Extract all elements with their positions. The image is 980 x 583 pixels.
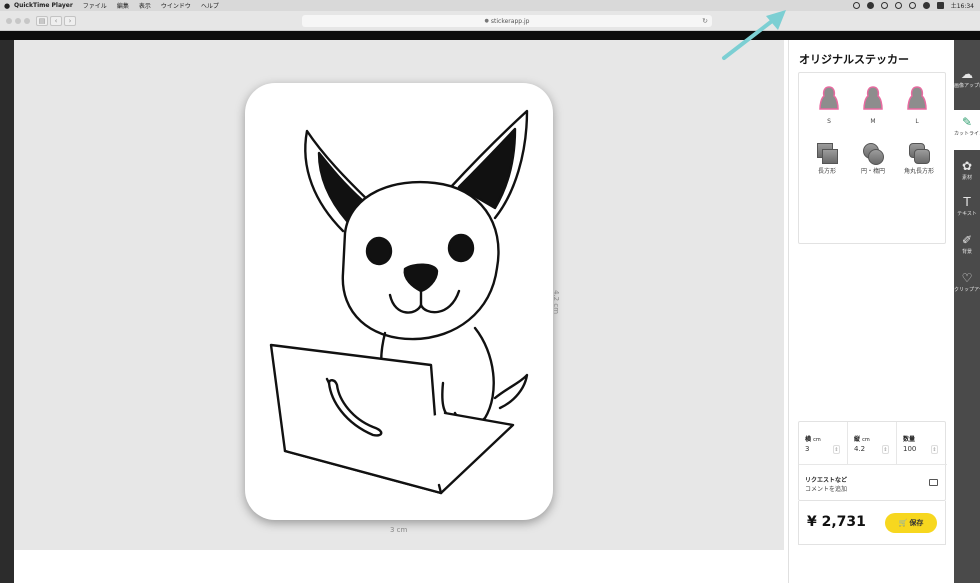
tool-label-background: 背景 — [961, 249, 972, 255]
tool-label-material: 素材 — [961, 175, 972, 181]
save-button[interactable]: 🛒 保存 — [885, 513, 937, 533]
rounded-rectangle-icon — [907, 143, 931, 165]
request-title: リクエストなど — [805, 477, 848, 484]
shape-label-rectangle: 長方形 — [817, 168, 836, 175]
annotation-arrow-icon — [722, 10, 786, 60]
tool-label-clipart: クリップアート — [954, 287, 980, 293]
heart-icon: ♡ — [961, 271, 973, 285]
size-option-m[interactable]: M — [853, 85, 893, 125]
lock-icon: ● — [484, 18, 489, 24]
height-dimension-label: 4.2 cm — [552, 290, 560, 315]
forward-icon[interactable]: › — [64, 16, 76, 26]
person-silhouette-icon — [819, 86, 839, 110]
cloud-upload-icon: ☁ — [961, 67, 973, 81]
size-option-l[interactable]: L — [897, 85, 937, 125]
width-dimension-label: 3 cm — [390, 526, 408, 534]
comment-icon[interactable] — [929, 479, 938, 486]
dog-illustration — [269, 109, 529, 495]
height-stepper[interactable]: ⇕ — [882, 445, 889, 454]
add-comment-link[interactable]: コメントを追加 — [805, 484, 847, 493]
shape-option-circle[interactable]: 円・楕円 — [851, 143, 895, 176]
rectangle-icon — [815, 143, 839, 165]
sticker-preview[interactable] — [245, 83, 553, 520]
menu-file[interactable]: ファイル — [83, 1, 107, 10]
menu-edit[interactable]: 編集 — [117, 1, 129, 10]
text-icon: T — [963, 195, 971, 209]
extension-icon[interactable] — [866, 2, 874, 9]
price-card: ¥ 2,731 🛒 保存 — [798, 501, 946, 545]
brush-icon: ✐ — [961, 233, 973, 247]
tool-background[interactable]: ✐ 背景 — [954, 228, 980, 268]
price-total: ¥ 2,731 — [807, 514, 866, 530]
size-option-s[interactable]: S — [809, 85, 849, 125]
width-field: 横 cm 3 ⇕ — [799, 422, 848, 464]
height-field: 縦 cm 4.2 ⇕ — [848, 422, 897, 464]
spec-card: 横 cm 3 ⇕ 縦 cm 4.2 ⇕ 数量 100 ⇕ リクエストなど コメン… — [798, 421, 947, 502]
menubar-clock[interactable]: 土16:34 — [951, 1, 974, 10]
tool-cutline[interactable]: ✎ カットライン — [954, 110, 980, 150]
quantity-stepper[interactable]: ⇕ — [931, 445, 938, 454]
input-source-icon[interactable] — [936, 2, 944, 9]
address-text: stickerapp.jp — [490, 17, 530, 25]
menu-app-name[interactable]: QuickTime Player — [14, 2, 73, 9]
address-bar[interactable]: ● stickerapp.jp ↻ — [302, 15, 712, 27]
tool-clipart[interactable]: ♡ クリップアート — [954, 266, 980, 306]
bluetooth-icon[interactable] — [894, 2, 902, 9]
clock-icon[interactable] — [880, 2, 888, 9]
wifi-icon[interactable] — [908, 2, 916, 9]
size-label-s: S — [827, 118, 831, 125]
person-silhouette-icon — [863, 86, 883, 110]
tool-label-upload: 画像アップロード — [954, 83, 980, 89]
circle-icon — [861, 143, 885, 165]
size-label-m: M — [870, 118, 876, 125]
tool-label-text: テキスト — [957, 211, 977, 217]
status-area: 土16:34 — [852, 0, 974, 11]
menu-view[interactable]: 表示 — [139, 1, 151, 10]
back-icon[interactable]: ‹ — [50, 16, 62, 26]
reload-icon[interactable]: ↻ — [702, 17, 708, 25]
cart-icon: 🛒 — [898, 519, 908, 527]
tool-text[interactable]: T テキスト — [954, 190, 980, 230]
shape-option-rounded-rectangle[interactable]: 角丸長方形 — [897, 143, 941, 176]
panel-title: オリジナルステッカー — [799, 53, 909, 66]
record-icon[interactable] — [852, 2, 860, 9]
shape-label-rounded-rectangle: 角丸長方形 — [903, 168, 934, 175]
options-panel: オリジナルステッカー S M L 長方形 円・楕円 角丸長方形 横 cm 3 ⇕… — [788, 40, 954, 583]
menu-window[interactable]: ウインドウ — [161, 1, 191, 10]
window-zoom-button[interactable] — [24, 18, 30, 24]
person-silhouette-icon — [907, 86, 927, 110]
sidebar-toggle-button[interactable]: ▤ — [36, 16, 48, 26]
pen-icon: ✎ — [961, 115, 973, 129]
height-label: 縦 cm — [854, 436, 870, 443]
page-header-strip — [0, 31, 980, 40]
shape-card: S M L 長方形 円・楕円 角丸長方形 — [798, 72, 946, 244]
menu-help[interactable]: ヘルプ — [201, 1, 219, 10]
apple-icon[interactable]: ● — [0, 2, 14, 10]
width-stepper[interactable]: ⇕ — [833, 445, 840, 454]
tool-label-cutline: カットライン — [954, 131, 980, 137]
window-minimize-button[interactable] — [15, 18, 21, 24]
shape-option-rectangle[interactable]: 長方形 — [805, 143, 849, 176]
browser-toolbar: ▤ ‹ › ● stickerapp.jp ↻ — [0, 11, 980, 31]
tool-strip: ☁ 画像アップロード ✎ カットライン ✿ 素材 T テキスト ✐ 背景 ♡ ク… — [954, 40, 980, 583]
left-dark-edge — [0, 40, 14, 583]
quantity-label: 数量 — [903, 436, 916, 443]
menubar: ● QuickTime Player ファイル 編集 表示 ウインドウ ヘルプ … — [0, 0, 980, 11]
paw-icon: ✿ — [961, 159, 973, 173]
window-close-button[interactable] — [6, 18, 12, 24]
size-label-l: L — [915, 118, 919, 125]
shape-label-circle: 円・楕円 — [860, 168, 885, 175]
quantity-field: 数量 100 ⇕ — [897, 422, 946, 464]
tool-material[interactable]: ✿ 素材 — [954, 154, 980, 194]
save-button-label: 保存 — [909, 519, 924, 527]
width-label: 横 cm — [805, 436, 821, 443]
request-comment-row[interactable]: リクエストなど コメントを追加 — [799, 464, 947, 502]
canvas-footer — [14, 550, 788, 583]
volume-icon[interactable] — [922, 2, 930, 9]
tool-upload[interactable]: ☁ 画像アップロード — [954, 62, 980, 102]
